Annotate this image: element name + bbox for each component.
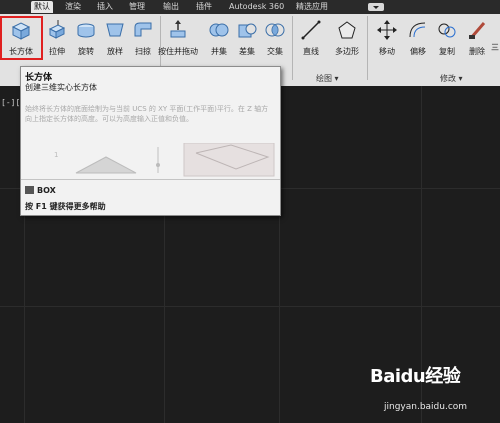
- offset-icon: [409, 22, 426, 38]
- offset-label: 偏移: [410, 47, 426, 56]
- tab-output[interactable]: 输出: [160, 1, 182, 13]
- loft-label: 放样: [107, 47, 123, 56]
- copy-button[interactable]: 复制: [432, 16, 462, 74]
- svg-text:1: 1: [54, 151, 58, 159]
- tab-default[interactable]: 默认: [31, 1, 53, 13]
- loft-icon: [106, 23, 124, 37]
- move-button[interactable]: 移动: [372, 16, 402, 74]
- tab-insert[interactable]: 插入: [94, 1, 116, 13]
- union-label: 并集: [211, 47, 227, 56]
- revolve-icon: [77, 23, 95, 38]
- presspull-label: 按住并拖动: [158, 47, 198, 56]
- revolve-label: 旋转: [78, 47, 94, 56]
- line-button[interactable]: 直线: [296, 16, 326, 74]
- more-modify-label: 三: [491, 43, 499, 52]
- tooltip-command: BOX: [37, 186, 56, 195]
- move-label: 移动: [379, 47, 395, 56]
- presspull-icon: [170, 20, 186, 38]
- modify-group-label[interactable]: 修改 ▾: [440, 73, 463, 84]
- draw-group-label[interactable]: 绘图 ▾: [316, 73, 339, 84]
- tab-manage[interactable]: 管理: [126, 1, 148, 13]
- move-icon: [377, 20, 397, 40]
- intersect-label: 交集: [267, 47, 283, 56]
- watermark-url: jingyan.baidu.com: [384, 402, 468, 412]
- more-modify-button[interactable]: 三: [490, 16, 500, 74]
- tab-render[interactable]: 渲染: [62, 1, 84, 13]
- tooltip-subtitle: 创建三维实心长方体: [25, 83, 97, 92]
- command-icon: [25, 186, 34, 194]
- watermark-logo: Baidu经验: [370, 366, 461, 387]
- tooltip-help-text: 按 F1 键获得更多帮助: [25, 202, 106, 211]
- tab-autodesk-360[interactable]: Autodesk 360: [226, 1, 287, 13]
- copy-label: 复制: [439, 47, 455, 56]
- intersect-icon: [265, 23, 285, 37]
- polygon-icon: [338, 21, 356, 39]
- baidu-watermark: Baidu经验 jingyan.baidu.com: [370, 362, 495, 420]
- tooltip-divider: [21, 179, 280, 180]
- erase-icon: [469, 22, 486, 39]
- erase-label: 删除: [469, 47, 485, 56]
- ribbon-separator: [367, 16, 368, 80]
- polygon-label: 多边形: [335, 47, 359, 56]
- ribbon-tab-bar: 默认 渲染 插入 管理 输出 插件 Autodesk 360 精选应用: [0, 0, 500, 14]
- ribbon-separator: [292, 16, 293, 80]
- subtract-label: 差集: [239, 47, 255, 56]
- line-icon: [301, 20, 321, 40]
- tooltip-description: 始终将长方体的底面绘制为与当前 UCS 的 XY 平面(工作平面)平行。在 Z …: [25, 105, 269, 123]
- offset-button[interactable]: 偏移: [403, 16, 433, 74]
- box-tooltip: 长方体 创建三维实心长方体 始终将长方体的底面绘制为与当前 UCS 的 XY 平…: [20, 66, 281, 216]
- subtract-icon: [238, 23, 257, 38]
- tab-featured-apps[interactable]: 精选应用: [293, 1, 331, 13]
- sweep-label: 扫掠: [135, 47, 151, 56]
- extrude-icon: [48, 20, 66, 39]
- polygon-button[interactable]: 多边形: [330, 16, 364, 74]
- tab-plugins[interactable]: 插件: [193, 1, 215, 13]
- tooltip-illustration: 1: [54, 143, 275, 177]
- extrude-label: 拉伸: [49, 47, 65, 56]
- erase-button[interactable]: 删除: [462, 16, 492, 74]
- highlight-frame: [0, 16, 43, 60]
- ribbon-minimize-toggle[interactable]: [368, 3, 384, 11]
- union-icon: [209, 23, 229, 37]
- sweep-icon: [134, 22, 152, 37]
- copy-icon: [438, 23, 456, 38]
- line-label: 直线: [303, 47, 319, 56]
- grid-line: [0, 306, 500, 307]
